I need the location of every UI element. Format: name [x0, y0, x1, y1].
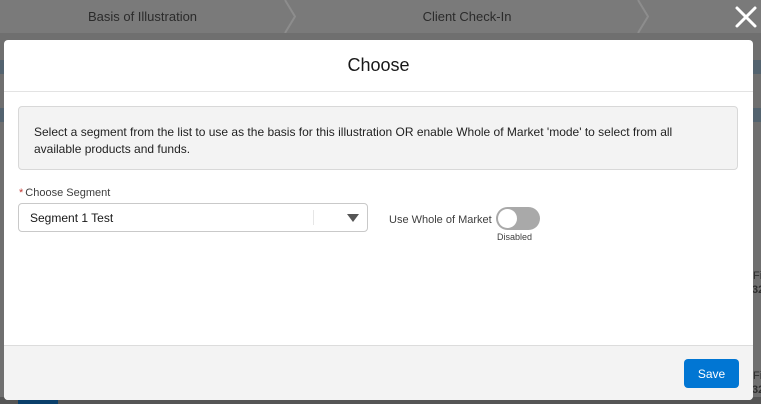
- whole-of-market-label: Use Whole of Market: [389, 214, 492, 226]
- background-fragment: 32: [752, 384, 761, 396]
- choose-segment-value: Segment 1 Test: [30, 211, 114, 225]
- close-icon[interactable]: [733, 4, 759, 30]
- path-step-client-check-in: Client Check-In: [422, 9, 512, 24]
- toggle-state-text: Disabled: [497, 232, 533, 242]
- modal-header: Choose: [4, 40, 753, 92]
- path-chevron-icon: [636, 0, 650, 33]
- background-fragment: 32: [752, 284, 761, 296]
- path-chevron-icon: [283, 0, 297, 33]
- background-path-bar: Basis of Illustration Client Check-In: [0, 0, 761, 33]
- path-step-basis-of-illustration: Basis of Illustration: [87, 9, 198, 24]
- choose-segment-label-text: Choose Segment: [25, 187, 111, 199]
- choose-segment-label: * Choose Segment: [19, 187, 110, 199]
- info-message: Select a segment from the list to use as…: [18, 106, 738, 170]
- modal-title: Choose: [347, 55, 410, 75]
- choose-modal: Choose Select a segment from the list to…: [4, 40, 753, 400]
- choose-segment-select[interactable]: Segment 1 Test: [18, 203, 368, 232]
- save-button[interactable]: Save: [684, 359, 739, 388]
- toggle-knob: [498, 209, 517, 228]
- background-fragment: Fi: [753, 270, 761, 282]
- whole-of-market-toggle[interactable]: [496, 207, 540, 230]
- background-fragment: Fi: [753, 370, 761, 382]
- select-divider: [313, 210, 314, 225]
- chevron-down-icon[interactable]: [347, 214, 359, 222]
- required-marker: *: [19, 187, 24, 199]
- modal-footer: Save: [4, 345, 753, 400]
